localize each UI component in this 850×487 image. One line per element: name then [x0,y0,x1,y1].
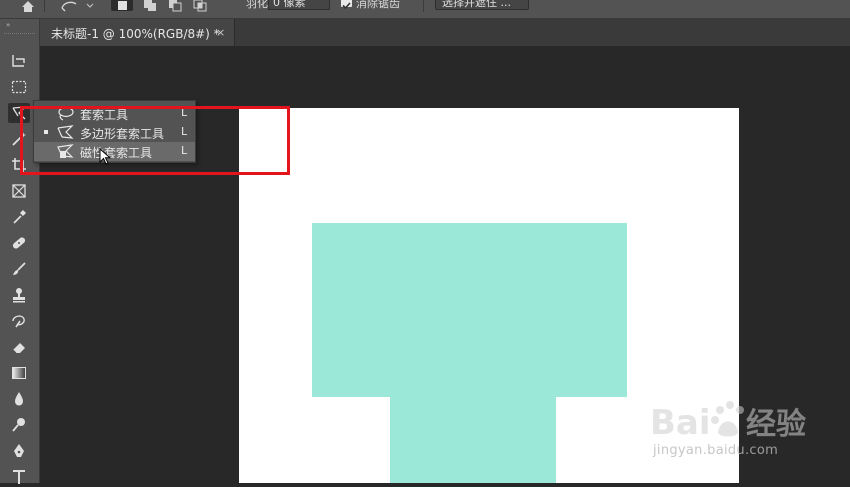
lasso-icon [58,106,74,121]
watermark-url: jingyan.baidu.com [653,443,779,458]
flyout-item-polygonal-lasso[interactable]: 多边形套索工具 L [34,123,195,142]
checkmark-icon [342,2,351,10]
polygonal-lasso-icon [57,125,74,139]
intersect-selection-icon [193,0,207,12]
blur-tool[interactable] [8,389,30,409]
eyedropper-icon [13,210,26,224]
flyout-item-magnetic-lasso[interactable]: 磁性套索工具 L [34,142,195,161]
flyout-item-shortcut: L [181,125,188,138]
clone-stamp-icon [13,288,25,303]
feather-input[interactable]: 0 像素 [268,0,330,10]
magic-wand-icon [12,132,26,146]
svg-text:经验: 经验 [746,407,806,442]
flyout-item-label: 套索工具 [80,108,129,122]
healing-brush-icon [12,237,26,249]
frame-icon [12,184,26,198]
frame-tool[interactable] [8,181,30,201]
subtract-from-selection-button[interactable] [164,0,186,12]
subtract-from-selection-icon [169,0,182,12]
close-icon[interactable]: × [216,26,225,39]
tool-preset-picker[interactable] [56,0,96,12]
pen-tool[interactable] [8,441,30,461]
antialias-checkbox[interactable] [341,0,352,10]
add-to-selection-button[interactable] [139,0,161,11]
eraser-icon [12,343,25,354]
pen-icon [14,444,24,457]
svg-text:Bai: Bai [650,403,711,443]
blur-icon [15,392,23,406]
teal-rectangle-stem [390,397,556,483]
teal-rectangle-top [312,223,627,397]
home-icon [22,1,34,12]
new-selection-icon [118,1,127,10]
artboard-tool[interactable] [8,51,30,71]
flyout-item-label: 多边形套索工具 [80,127,165,141]
new-selection-button[interactable] [111,0,133,11]
lasso-tool-flyout: 套索工具 L 多边形套索工具 L 磁性套索工具 L [33,100,196,163]
toolbar-separator [423,0,424,12]
marquee-icon [11,80,27,94]
flyout-item-lasso[interactable]: 套索工具 L [34,104,195,123]
eyedropper-tool[interactable] [8,207,30,227]
crop-icon [12,158,26,172]
options-bar: 羽化: 0 像素 消除锯齿 选择并遮住 ... [0,0,850,19]
document-tab-bar: 未标题-1 @ 100%(RGB/8#) * × [40,19,850,46]
select-and-mask-button[interactable]: 选择并遮住 ... [435,0,529,10]
magnetic-lasso-icon [61,1,94,12]
brush-icon [13,262,26,275]
gradient-icon [12,367,26,379]
panel-grip[interactable] [4,33,35,36]
tools-panel: » [0,19,40,484]
eraser-tool[interactable] [8,337,30,357]
add-to-selection-icon [144,0,156,11]
flyout-item-label: 磁性套索工具 [80,146,153,160]
dodge-icon [12,418,25,432]
history-brush-tool[interactable] [8,311,30,331]
clone-stamp-tool[interactable] [8,285,30,305]
crop-tool[interactable] [8,155,30,175]
magnetic-lasso-icon [57,144,74,158]
history-brush-icon [12,315,25,328]
mouse-cursor-icon [99,148,111,165]
document-tab[interactable]: 未标题-1 @ 100%(RGB/8#) * × [40,19,235,46]
toolbar-separator [44,0,45,12]
marquee-tool[interactable] [8,77,30,97]
type-tool[interactable] [8,467,30,487]
intersect-selection-button[interactable] [189,0,211,12]
artboard-icon [12,55,25,67]
dodge-tool[interactable] [8,415,30,435]
home-button[interactable] [14,0,42,12]
magic-wand-tool[interactable] [8,129,30,149]
document-tab-title: 未标题-1 @ 100%(RGB/8#) * [51,27,220,41]
lasso-icon [12,106,27,120]
antialias-label: 消除锯齿 [356,0,400,10]
flyout-item-shortcut: L [181,106,188,119]
lasso-tool[interactable] [8,103,30,123]
selected-indicator [44,130,48,134]
healing-brush-tool[interactable] [8,233,30,253]
brush-tool[interactable] [8,259,30,279]
collapse-panel-button[interactable]: » [6,21,10,29]
flyout-item-shortcut: L [181,144,188,157]
gradient-tool[interactable] [8,363,30,383]
type-icon [13,470,25,484]
